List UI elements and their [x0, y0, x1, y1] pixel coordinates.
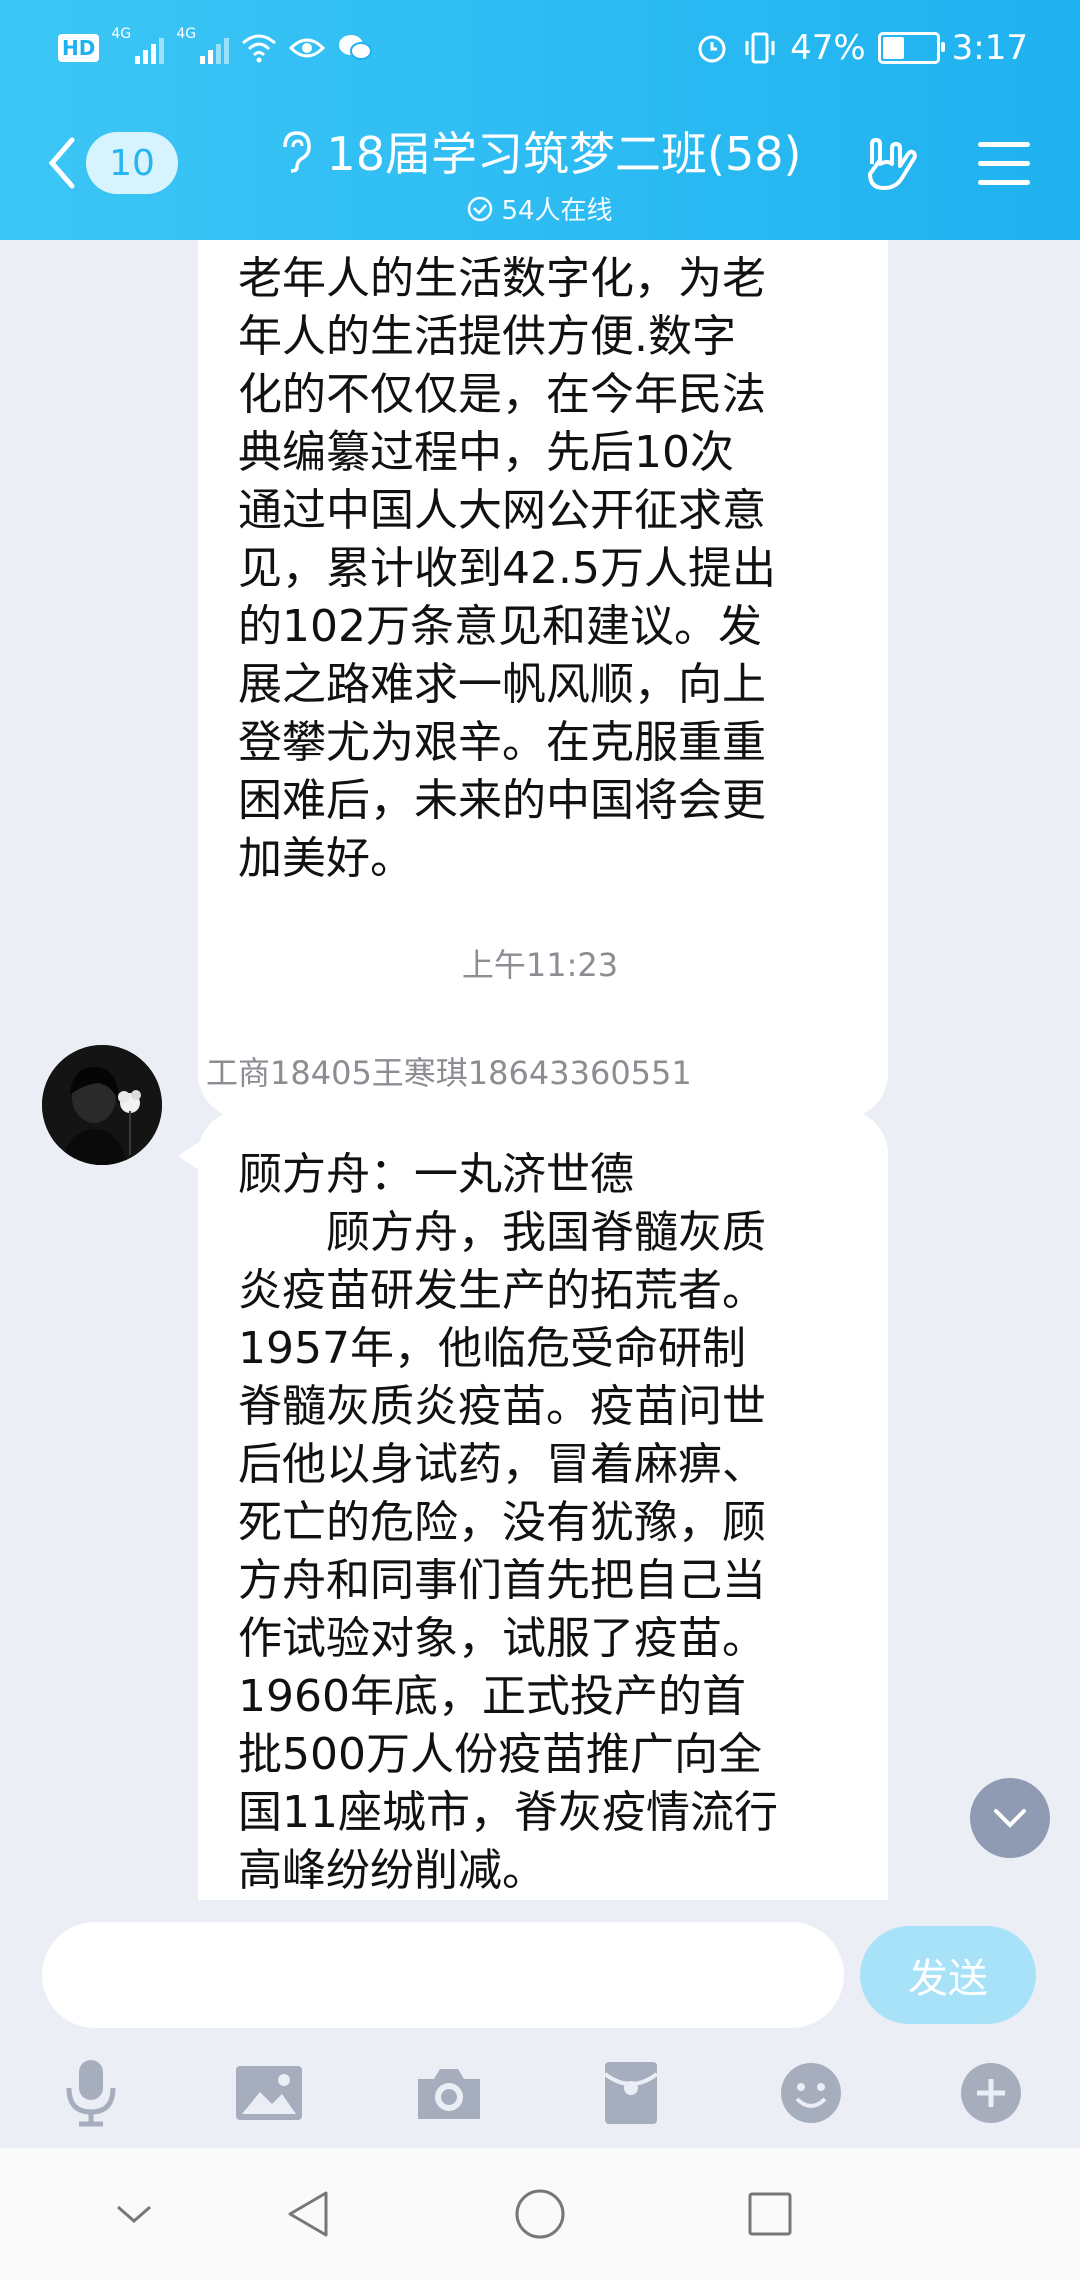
message-line: 方舟和同事们首先把自己当: [238, 1555, 766, 1606]
battery-percent: 47%: [790, 28, 866, 68]
message-line: 登攀尤为艰辛。在克服重重: [238, 717, 766, 768]
home-nav-icon[interactable]: [510, 2184, 570, 2244]
message-line: 展之路难求一帆风顺，向上: [238, 659, 766, 710]
input-bar: 发送: [0, 1900, 1080, 2148]
scroll-to-bottom-button[interactable]: [970, 1778, 1050, 1858]
message-input[interactable]: [42, 1922, 844, 2028]
message-line: 作试验对象，试服了疫苗。: [238, 1613, 766, 1664]
chat-header: HD 4G 4G 47% 3:17 10 18届学习筑梦二班(58) 54人在线: [0, 0, 1080, 240]
message-line: 老年人的生活数字化，为老: [238, 253, 766, 304]
avatar[interactable]: [42, 1045, 162, 1165]
hd-badge: HD: [58, 34, 100, 62]
message-line: 后他以身试药，冒着麻痹、: [238, 1439, 766, 1490]
message-line: 困难后，未来的中国将会更: [238, 775, 766, 826]
input-toolbar: [0, 2048, 1080, 2148]
status-bar: HD 4G 4G 47% 3:17: [0, 22, 1080, 82]
message-line: 加美好。: [238, 833, 414, 884]
message-line: 1960年底，正式投产的首: [238, 1671, 746, 1722]
message-line: 通过中国人大网公开征求意: [238, 485, 766, 536]
message-list[interactable]: 老年人的生活数字化，为老 年人的生活提供方便.数字 化的不仅仅是，在今年民法 典编纂过…: [0, 240, 1080, 1900]
wechat-icon: [337, 30, 373, 66]
message-line: 死亡的危险，没有犹豫，顾: [238, 1497, 766, 1548]
message-text: 顾方舟：一丸济世德 顾方舟，我国脊髓灰质 炎疫苗研发生产的拓荒者。 1957年，他临…: [238, 1146, 848, 1900]
hide-keyboard-icon[interactable]: [104, 2184, 164, 2244]
plus-icon[interactable]: [956, 2058, 1026, 2128]
wifi-icon: [241, 30, 277, 66]
message-line: 见，累计收到42.5万人提出: [238, 543, 776, 594]
send-button[interactable]: 发送: [860, 1926, 1036, 2024]
chat-title[interactable]: 18届学习筑梦二班(58): [279, 118, 802, 184]
message-line: 国11座城市，脊灰疫情流行: [238, 1787, 778, 1838]
alarm-icon: [694, 30, 730, 66]
title-bar: 10 18届学习筑梦二班(58) 54人在线: [0, 110, 1080, 240]
message-text: 老年人的生活数字化，为老 年人的生活提供方便.数字 化的不仅仅是，在今年民法 典编纂过…: [238, 250, 848, 888]
emoji-icon[interactable]: [776, 2058, 846, 2128]
chevron-down-icon: [994, 1809, 1026, 1828]
message-bubble[interactable]: 顾方舟：一丸济世德 顾方舟，我国脊髓灰质 炎疫苗研发生产的拓荒者。 1957年，他临…: [198, 1110, 888, 1900]
message-line: 的102万条意见和建议。发: [238, 601, 762, 652]
message-line: 化的不仅仅是，在今年民法: [238, 369, 766, 420]
menu-icon[interactable]: [978, 142, 1030, 199]
signal-icon-sim1: 4G: [111, 26, 165, 64]
message-bubble[interactable]: 老年人的生活数字化，为老 年人的生活提供方便.数字 化的不仅仅是，在今年民法 典编纂过…: [198, 240, 888, 1118]
redpacket-icon[interactable]: [596, 2058, 666, 2128]
online-count: 54人在线: [501, 196, 613, 226]
voice-icon[interactable]: [56, 2058, 126, 2128]
hand-gesture-icon[interactable]: [860, 134, 920, 198]
message-line: 批500万人份疫苗推广向全: [238, 1729, 762, 1780]
recents-nav-icon[interactable]: [740, 2184, 800, 2244]
online-check-icon: [468, 196, 493, 221]
message-timestamp: 上午11:23: [461, 946, 619, 984]
message-line: 典编纂过程中，先后10次: [238, 427, 734, 478]
ear-icon: [282, 131, 311, 173]
camera-icon[interactable]: [414, 2058, 484, 2128]
message-line: 脊髓灰质炎疫苗。疫苗问世: [238, 1381, 766, 1432]
message-line: 年人的生活提供方便.数字: [238, 311, 736, 362]
sender-name[interactable]: 工商18405王寒琪18643360551: [206, 1048, 692, 1094]
battery-level: [882, 37, 905, 59]
message-line: 顾方舟，我国脊髓灰质: [238, 1207, 766, 1258]
chat-title-text: 18届学习筑梦二班(58): [326, 127, 802, 181]
back-nav-icon[interactable]: [278, 2184, 338, 2244]
message-line: 1957年，他临危受命研制: [238, 1323, 746, 1374]
clock: 3:17: [951, 28, 1028, 68]
eye-icon: [289, 30, 326, 66]
message-line: 高峰纷纷削减。: [238, 1845, 546, 1896]
vibrate-icon: [742, 30, 778, 66]
battery-icon: [877, 32, 945, 64]
signal-icon-sim2: 4G: [176, 26, 230, 64]
message-line: 炎疫苗研发生产的拓荒者。: [238, 1265, 766, 1316]
image-icon[interactable]: [234, 2058, 304, 2128]
message-line: 顾方舟：一丸济世德: [238, 1149, 634, 1200]
system-nav-bar: [0, 2148, 1080, 2280]
